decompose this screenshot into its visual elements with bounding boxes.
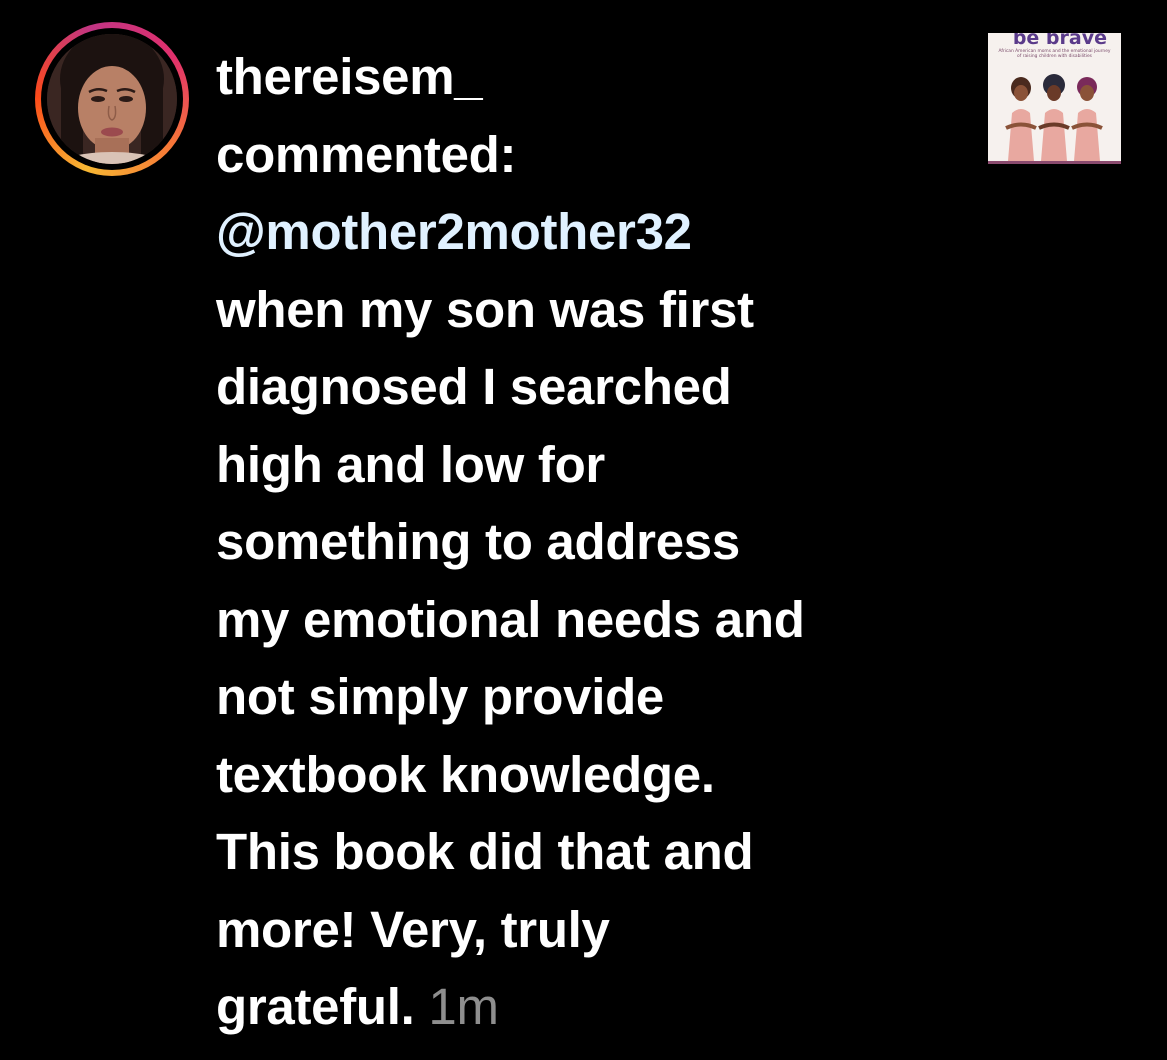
action-line: commented: bbox=[216, 116, 976, 194]
avatar[interactable] bbox=[47, 34, 177, 164]
comment-line: This book did that and bbox=[216, 823, 754, 880]
comment-line: more! Very, truly bbox=[216, 900, 610, 958]
mention-line: @mother2mother32 bbox=[216, 193, 976, 271]
comment-line: my emotional needs and bbox=[216, 590, 805, 648]
comment-line: high and low for bbox=[216, 435, 605, 493]
comment-line: when my son was first bbox=[216, 280, 754, 338]
woman-figure-left bbox=[1005, 77, 1037, 161]
comment-line: something to address bbox=[216, 513, 740, 570]
post-thumbnail[interactable]: be brave African American moms and the e… bbox=[988, 33, 1121, 164]
comment-line: grateful. bbox=[216, 978, 415, 1035]
comment-line: not simply provide bbox=[216, 668, 664, 725]
username-link[interactable]: thereisem_ bbox=[216, 48, 483, 105]
comment-line: diagnosed I searched bbox=[216, 358, 732, 415]
username-line: thereisem_ bbox=[216, 38, 976, 116]
comment-line: textbook knowledge. bbox=[216, 745, 715, 803]
notification-text: thereisem_ commented: @mother2mother32 w… bbox=[216, 38, 976, 1046]
woman-figure-center bbox=[1038, 74, 1070, 161]
mention-link[interactable]: @mother2mother32 bbox=[216, 203, 692, 260]
timestamp: 1m bbox=[428, 978, 499, 1035]
comment-last-line: grateful. 1m bbox=[216, 968, 976, 1046]
avatar-photo-image bbox=[47, 34, 177, 164]
thumbnail-illustration bbox=[1005, 74, 1103, 161]
avatar-ring-gap bbox=[41, 28, 183, 170]
avatar-story-ring[interactable] bbox=[35, 22, 189, 176]
thumbnail-border bbox=[988, 161, 1121, 164]
action-text: commented: bbox=[216, 125, 517, 183]
woman-figure-right bbox=[1071, 77, 1103, 161]
